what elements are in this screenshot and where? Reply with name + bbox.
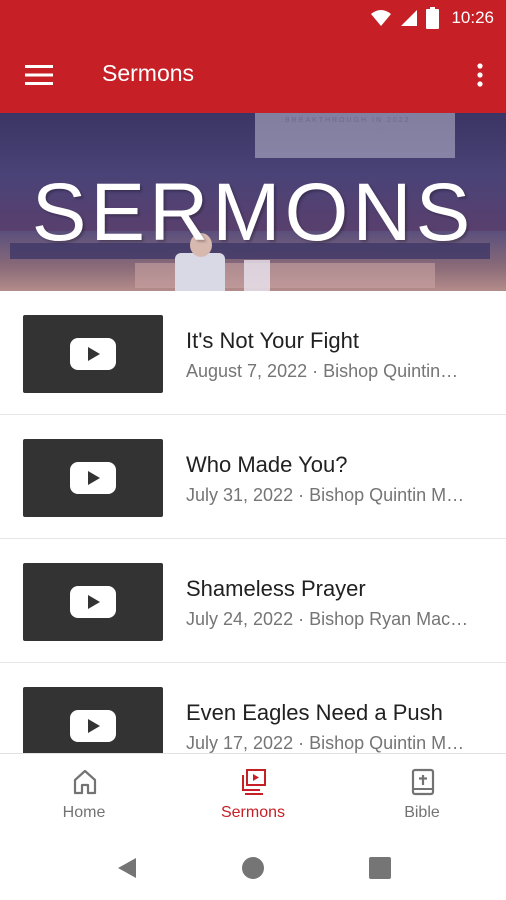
nav-label-home: Home <box>62 804 106 821</box>
sermon-list-item[interactable]: Who Made You? July 31, 2022 · Bishop Qui… <box>0 415 506 539</box>
status-icons: 10:26 <box>370 0 494 36</box>
back-triangle-icon <box>118 858 136 878</box>
sermon-list-item[interactable]: It's Not Your Fight August 7, 2022 · Bis… <box>0 291 506 415</box>
sermon-list: It's Not Your Fight August 7, 2022 · Bis… <box>0 291 506 753</box>
sermon-meta: July 24, 2022 · Bishop Ryan Mac… <box>186 609 469 629</box>
play-icon <box>70 462 116 494</box>
nav-item-bible[interactable]: Bible <box>338 754 506 836</box>
system-recents-button[interactable] <box>367 855 393 881</box>
system-back-button[interactable] <box>114 855 140 881</box>
play-icon <box>70 338 116 370</box>
status-time: 10:26 <box>451 8 494 27</box>
hero-lectern <box>244 260 270 291</box>
nav-label-bible: Bible <box>404 804 440 821</box>
menu-button[interactable] <box>14 50 64 100</box>
status-bar: 10:26 <box>0 0 506 36</box>
play-icon <box>70 586 116 618</box>
sermon-title: Even Eagles Need a Push <box>186 700 443 725</box>
page-title: Sermons <box>102 60 195 86</box>
system-navigation-bar <box>0 835 506 900</box>
nav-item-sermons[interactable]: Sermons <box>169 754 337 836</box>
video-thumbnail[interactable] <box>23 563 163 641</box>
sermon-title: Who Made You? <box>186 452 348 477</box>
cell-signal-icon <box>401 10 418 26</box>
battery-icon <box>426 7 440 29</box>
video-thumbnail[interactable] <box>23 687 163 753</box>
sermon-meta: July 31, 2022 · Bishop Quintin M… <box>186 485 465 505</box>
app-bar: Sermons <box>0 36 506 113</box>
recents-square-icon <box>369 857 391 879</box>
video-thumbnail[interactable] <box>23 315 163 393</box>
hero-screen-text: BREAKTHROUGH IN 2022 <box>285 117 411 124</box>
video-library-icon <box>242 769 266 795</box>
sermon-list-item[interactable]: Shameless Prayer July 24, 2022 · Bishop … <box>0 539 506 663</box>
hamburger-menu-icon <box>25 65 53 85</box>
video-thumbnail[interactable] <box>23 439 163 517</box>
nav-item-home[interactable]: Home <box>0 754 168 836</box>
nav-label-sermons: Sermons <box>220 804 286 821</box>
bottom-navigation: Home Sermons Bible <box>0 753 506 835</box>
home-circle-icon <box>242 857 264 879</box>
more-options-button[interactable] <box>462 50 498 100</box>
hero-banner: BREAKTHROUGH IN 2022 SERMONS <box>0 113 506 291</box>
sermon-meta: July 17, 2022 · Bishop Quintin M… <box>186 733 465 753</box>
sermon-list-item[interactable]: Even Eagles Need a Push July 17, 2022 · … <box>0 663 506 753</box>
hero-title: SERMONS <box>31 167 475 258</box>
system-home-button[interactable] <box>240 855 266 881</box>
home-icon <box>73 769 97 795</box>
sermon-title: Shameless Prayer <box>186 576 366 601</box>
wifi-icon <box>371 10 392 26</box>
bible-icon <box>411 768 435 796</box>
sermon-meta: August 7, 2022 · Bishop Quintin… <box>186 361 459 381</box>
more-vert-icon <box>477 63 483 87</box>
play-icon <box>70 710 116 742</box>
sermon-title: It's Not Your Fight <box>186 328 359 353</box>
